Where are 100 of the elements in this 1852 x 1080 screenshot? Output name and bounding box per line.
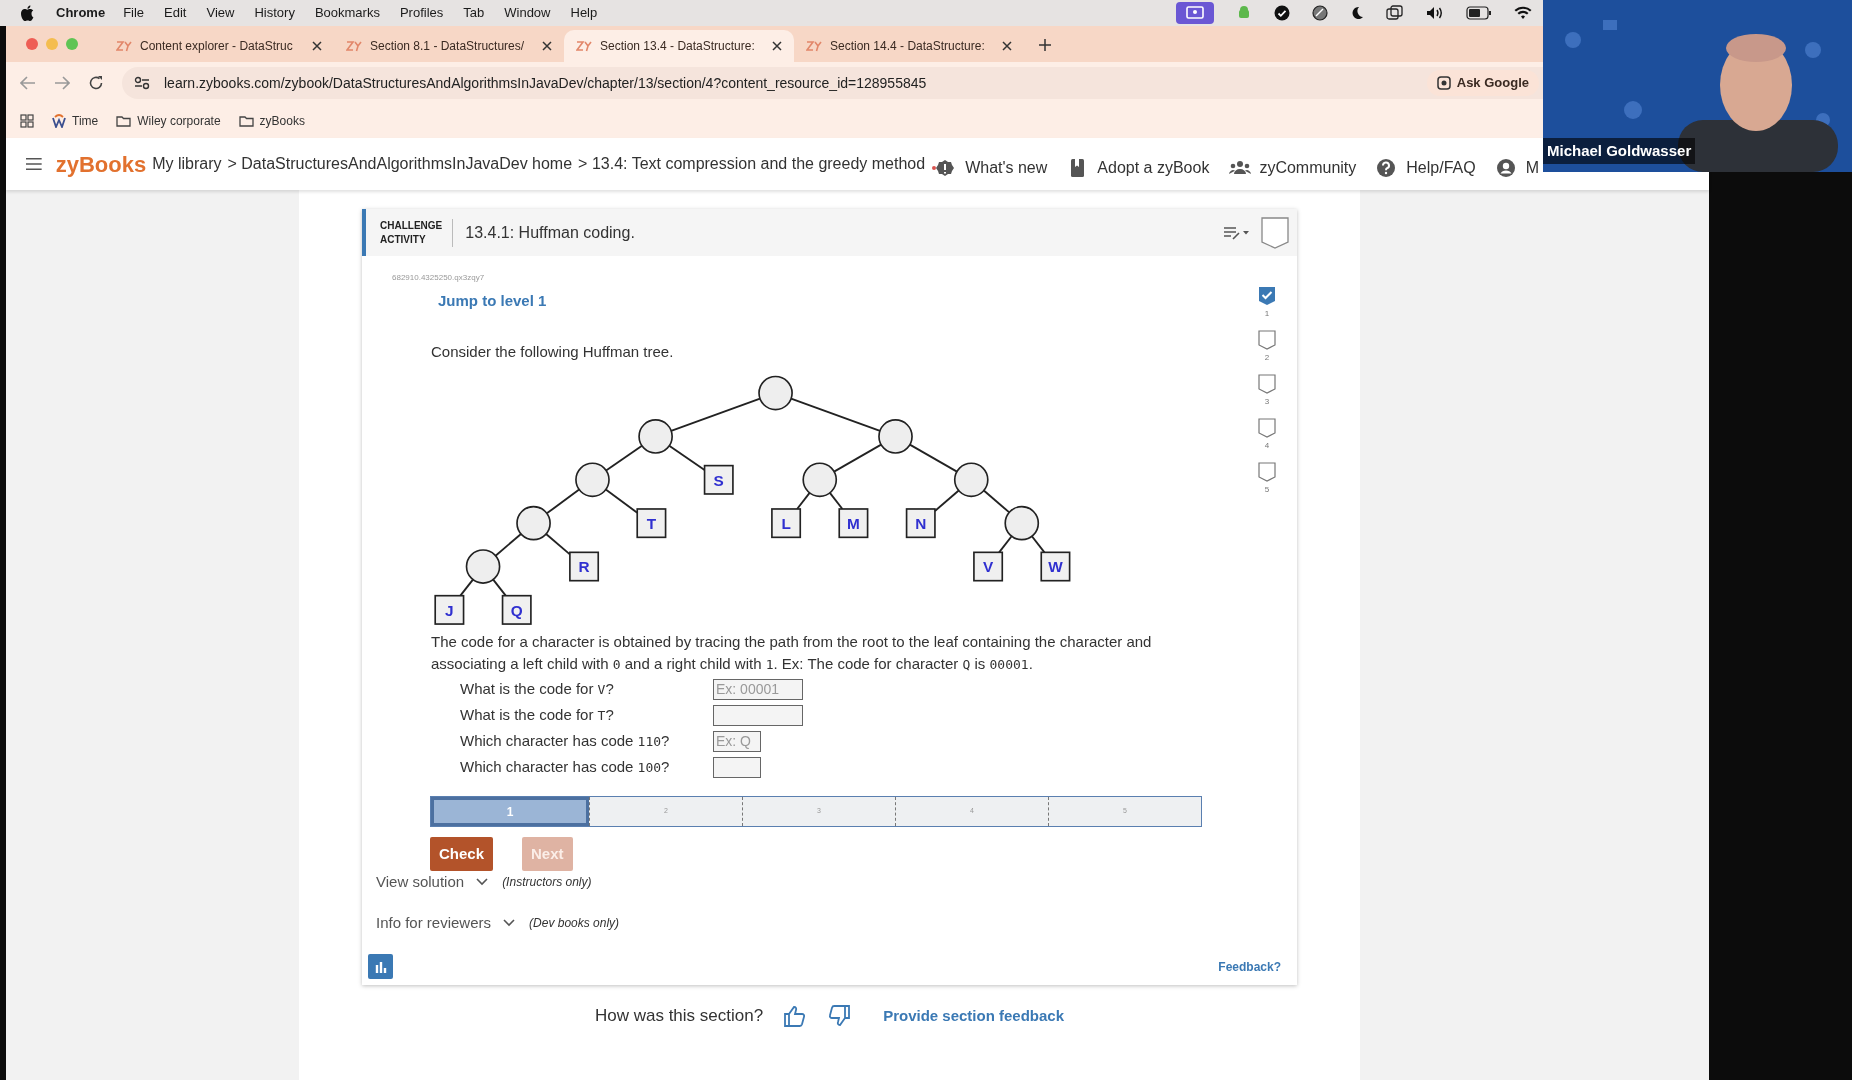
robot-icon bbox=[1236, 5, 1252, 21]
close-icon bbox=[1002, 41, 1012, 51]
browser-tab[interactable]: Section 14.4 - DataStructure: bbox=[794, 30, 1024, 62]
chevron-down-icon bbox=[476, 878, 489, 887]
tree-edge bbox=[934, 489, 960, 512]
app-menu[interactable]: Chrome bbox=[56, 3, 106, 23]
ask-google-button[interactable]: Ask Google bbox=[1426, 70, 1539, 96]
check-button[interactable]: Check bbox=[430, 837, 494, 871]
bookmark[interactable]: Time bbox=[52, 112, 99, 130]
level-badge-icon[interactable] bbox=[1258, 374, 1276, 394]
question-text: What is the code for T? bbox=[460, 704, 615, 725]
browser-tab[interactable]: Section 13.4 - DataStructure: bbox=[564, 30, 794, 62]
level-badge-icon[interactable] bbox=[1258, 330, 1276, 350]
feedback-link[interactable]: Feedback? bbox=[1218, 957, 1281, 976]
menu-item[interactable]: File bbox=[123, 3, 145, 23]
level-number: 4 bbox=[1264, 440, 1270, 452]
level-badge-icon[interactable] bbox=[1258, 286, 1276, 306]
zy-favicon-icon bbox=[806, 40, 822, 52]
leaf-node: R bbox=[569, 551, 600, 582]
tab-title: Content explorer - DataStruc bbox=[140, 38, 294, 55]
level-badge-icon[interactable] bbox=[1258, 418, 1276, 438]
w-logo-icon bbox=[52, 114, 66, 128]
url-text[interactable]: learn.zybooks.com/zybook/DataStructuresAndAlgorithmsInJavaDev/chapter/13/section/4?content_resource_id=128955845 bbox=[164, 72, 927, 94]
answer-field[interactable] bbox=[713, 756, 761, 778]
menu-item[interactable]: Profiles bbox=[399, 3, 444, 23]
expander-toggle[interactable]: Info for reviewers bbox=[376, 911, 516, 934]
leaf-node: V bbox=[973, 551, 1004, 582]
level-number: 2 bbox=[1264, 352, 1270, 364]
reload-icon bbox=[88, 75, 104, 91]
leaf-node: J bbox=[434, 594, 465, 625]
browser-tab[interactable]: Section 8.1 - DataStructures/ bbox=[334, 30, 564, 62]
breadcrumb-link[interactable]: My library bbox=[152, 152, 222, 176]
bar-chart-icon bbox=[373, 959, 388, 974]
tree-edge bbox=[545, 488, 581, 515]
tab-title: Section 13.4 - DataStructure: bbox=[600, 38, 756, 55]
breadcrumb-link[interactable]: > 13.4: Text compression and the greedy method bbox=[578, 152, 926, 176]
tree-node bbox=[953, 462, 989, 498]
notes-dropdown-icon bbox=[1223, 224, 1249, 241]
question-text: What is the code for V? bbox=[460, 678, 615, 699]
leaf-node: T bbox=[636, 508, 667, 539]
zy-favicon-icon bbox=[576, 40, 592, 52]
breadcrumb-link[interactable]: > DataStructuresAndAlgorithmsInJavaDev home bbox=[227, 152, 573, 176]
tree-edge bbox=[982, 489, 1011, 514]
tab-title: Section 14.4 - DataStructure: bbox=[830, 38, 986, 55]
leaf-node: W bbox=[1040, 551, 1071, 582]
close-window-button[interactable] bbox=[26, 38, 38, 50]
menu-item[interactable]: Bookmarks bbox=[314, 3, 380, 23]
note-text: (Instructors only) bbox=[502, 874, 592, 892]
browser-tab[interactable]: Content explorer - DataStruc bbox=[104, 30, 334, 62]
screen-share-icon bbox=[1176, 2, 1214, 24]
tree-edge bbox=[908, 443, 958, 473]
leaf-node: M bbox=[838, 508, 869, 539]
answer-field[interactable]: Ex: 00001 bbox=[713, 678, 803, 700]
note-text: (Dev books only) bbox=[529, 914, 620, 932]
menu-item[interactable]: History bbox=[254, 3, 295, 23]
nav-link[interactable]: Adopt a zyBook bbox=[1067, 156, 1210, 180]
expander-toggle[interactable]: View solution bbox=[376, 871, 489, 894]
section-feedback-link[interactable]: Provide section feedback bbox=[883, 1004, 1065, 1027]
status-icon bbox=[1312, 5, 1328, 21]
user-icon bbox=[1495, 158, 1518, 178]
menu-item[interactable]: Window bbox=[504, 3, 551, 23]
completion-badge-icon bbox=[1261, 216, 1289, 249]
bookmark[interactable]: Wiley corporate bbox=[116, 112, 221, 130]
menu-item[interactable]: Edit bbox=[164, 3, 187, 23]
thumbs-down-icon bbox=[827, 1004, 852, 1027]
answer-field[interactable] bbox=[713, 704, 803, 726]
tree-node bbox=[758, 375, 793, 411]
activity-title: 13.4.1: Huffman coding. bbox=[465, 222, 635, 243]
site-info-icon bbox=[134, 76, 150, 90]
folder-icon bbox=[238, 115, 254, 127]
tree-node bbox=[878, 419, 913, 454]
prompt-text: Consider the following Huffman tree. bbox=[431, 341, 675, 362]
stats-button[interactable] bbox=[368, 954, 393, 979]
nav-link[interactable]: Help/FAQ bbox=[1376, 156, 1476, 180]
folder-icon bbox=[116, 115, 132, 127]
tree-edge bbox=[828, 491, 844, 510]
tree-node bbox=[575, 462, 610, 498]
nav-link[interactable]: M bbox=[1495, 156, 1539, 180]
forward-icon bbox=[54, 76, 70, 90]
jump-to-level-link[interactable]: Jump to level 1 bbox=[438, 290, 1237, 313]
nav-link[interactable]: What's new bbox=[931, 156, 1048, 180]
check-circle-icon bbox=[1274, 5, 1290, 21]
level-badge-icon[interactable] bbox=[1258, 462, 1276, 482]
close-icon bbox=[772, 41, 782, 51]
windows-icon bbox=[1386, 5, 1404, 21]
tree-node bbox=[1004, 505, 1040, 541]
tree-node bbox=[465, 549, 501, 584]
tree-edge bbox=[494, 533, 522, 557]
menu-item[interactable]: Help bbox=[570, 3, 598, 23]
activity-label: CHALLENGE ACTIVITY bbox=[380, 218, 454, 247]
menu-item[interactable]: View bbox=[206, 3, 235, 23]
tree-edge bbox=[605, 444, 643, 472]
answer-field[interactable]: Ex: Q bbox=[713, 730, 761, 752]
question-text: Which character has code 100? bbox=[460, 756, 671, 777]
nav-link[interactable]: zyCommunity bbox=[1229, 156, 1357, 180]
menu-item[interactable]: Tab bbox=[463, 3, 485, 23]
explanation-text: The code for a character is obtained by tracing the path from the root to the leaf containing the character and associating a left child with 0 and a right child with 1. Ex: The code for character Q is 00001. bbox=[431, 632, 1153, 674]
bookmark[interactable]: zyBooks bbox=[238, 112, 305, 130]
leaf-node: S bbox=[703, 464, 734, 495]
chevron-down-icon bbox=[503, 918, 516, 927]
